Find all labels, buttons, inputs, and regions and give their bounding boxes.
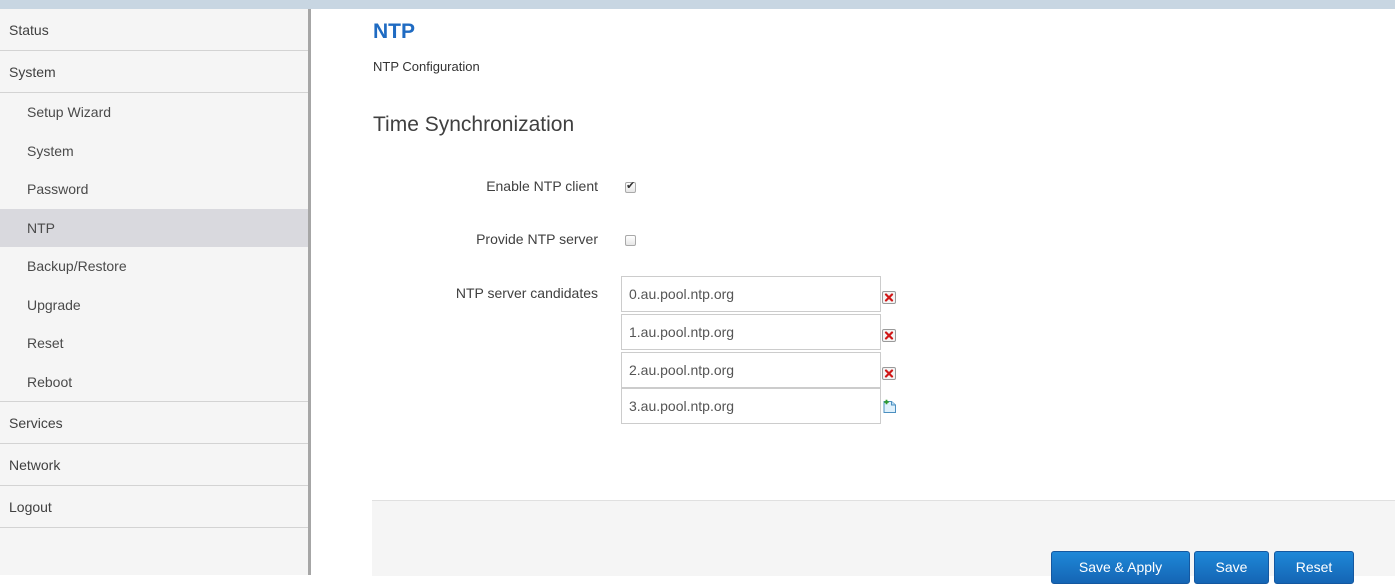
sidebar-item-system-settings[interactable]: System xyxy=(0,132,308,171)
remove-icon[interactable] xyxy=(881,290,898,305)
provide-ntp-server-checkbox[interactable] xyxy=(625,235,636,246)
sidebar-item-system[interactable]: System xyxy=(0,51,308,93)
sidebar-item-reset[interactable]: Reset xyxy=(0,324,308,363)
system-submenu: Setup Wizard System Password NTP Backup/… xyxy=(0,93,308,402)
remove-icon[interactable] xyxy=(881,366,898,381)
sidebar-item-setup-wizard[interactable]: Setup Wizard xyxy=(0,93,308,132)
page-description: NTP Configuration xyxy=(373,59,480,74)
sidebar-item-reboot[interactable]: Reboot xyxy=(0,363,308,402)
sidebar-item-logout[interactable]: Logout xyxy=(0,486,308,528)
provide-ntp-server-label: Provide NTP server xyxy=(476,231,598,247)
remove-icon[interactable] xyxy=(881,328,898,343)
page-title: NTP xyxy=(373,20,415,43)
top-border xyxy=(0,0,1395,9)
ntp-server-input-0[interactable]: 0.au.pool.ntp.org xyxy=(621,276,881,312)
ntp-server-input-1[interactable]: 1.au.pool.ntp.org xyxy=(621,314,881,350)
save-apply-button[interactable]: Save & Apply xyxy=(1051,551,1190,584)
sidebar-item-services[interactable]: Services xyxy=(0,402,308,444)
form-actions-bar: Save & Apply Save Reset xyxy=(372,500,1395,584)
add-icon[interactable] xyxy=(881,399,898,414)
save-button[interactable]: Save xyxy=(1194,551,1269,584)
checkmark-icon: ✔ xyxy=(626,180,636,192)
ntp-server-input-3[interactable]: 3.au.pool.ntp.org xyxy=(621,388,881,424)
section-title: Time Synchronization xyxy=(373,113,575,136)
sidebar-item-backup-restore[interactable]: Backup/Restore xyxy=(0,247,308,286)
ntp-server-input-2[interactable]: 2.au.pool.ntp.org xyxy=(621,352,881,388)
sidebar-item-status[interactable]: Status xyxy=(0,9,308,51)
ntp-candidates-label: NTP server candidates xyxy=(455,285,598,301)
main-content: NTP NTP Configuration Time Synchronizati… xyxy=(372,9,1395,584)
sidebar: Status System Setup Wizard System Passwo… xyxy=(0,9,311,575)
enable-ntp-client-label: Enable NTP client xyxy=(486,178,598,194)
enable-ntp-client-checkbox[interactable]: ✔ xyxy=(625,180,636,193)
sidebar-item-upgrade[interactable]: Upgrade xyxy=(0,286,308,325)
sidebar-item-ntp[interactable]: NTP xyxy=(0,208,308,247)
reset-button[interactable]: Reset xyxy=(1274,551,1354,584)
sidebar-item-network[interactable]: Network xyxy=(0,444,308,486)
sidebar-item-password[interactable]: Password xyxy=(0,170,308,209)
